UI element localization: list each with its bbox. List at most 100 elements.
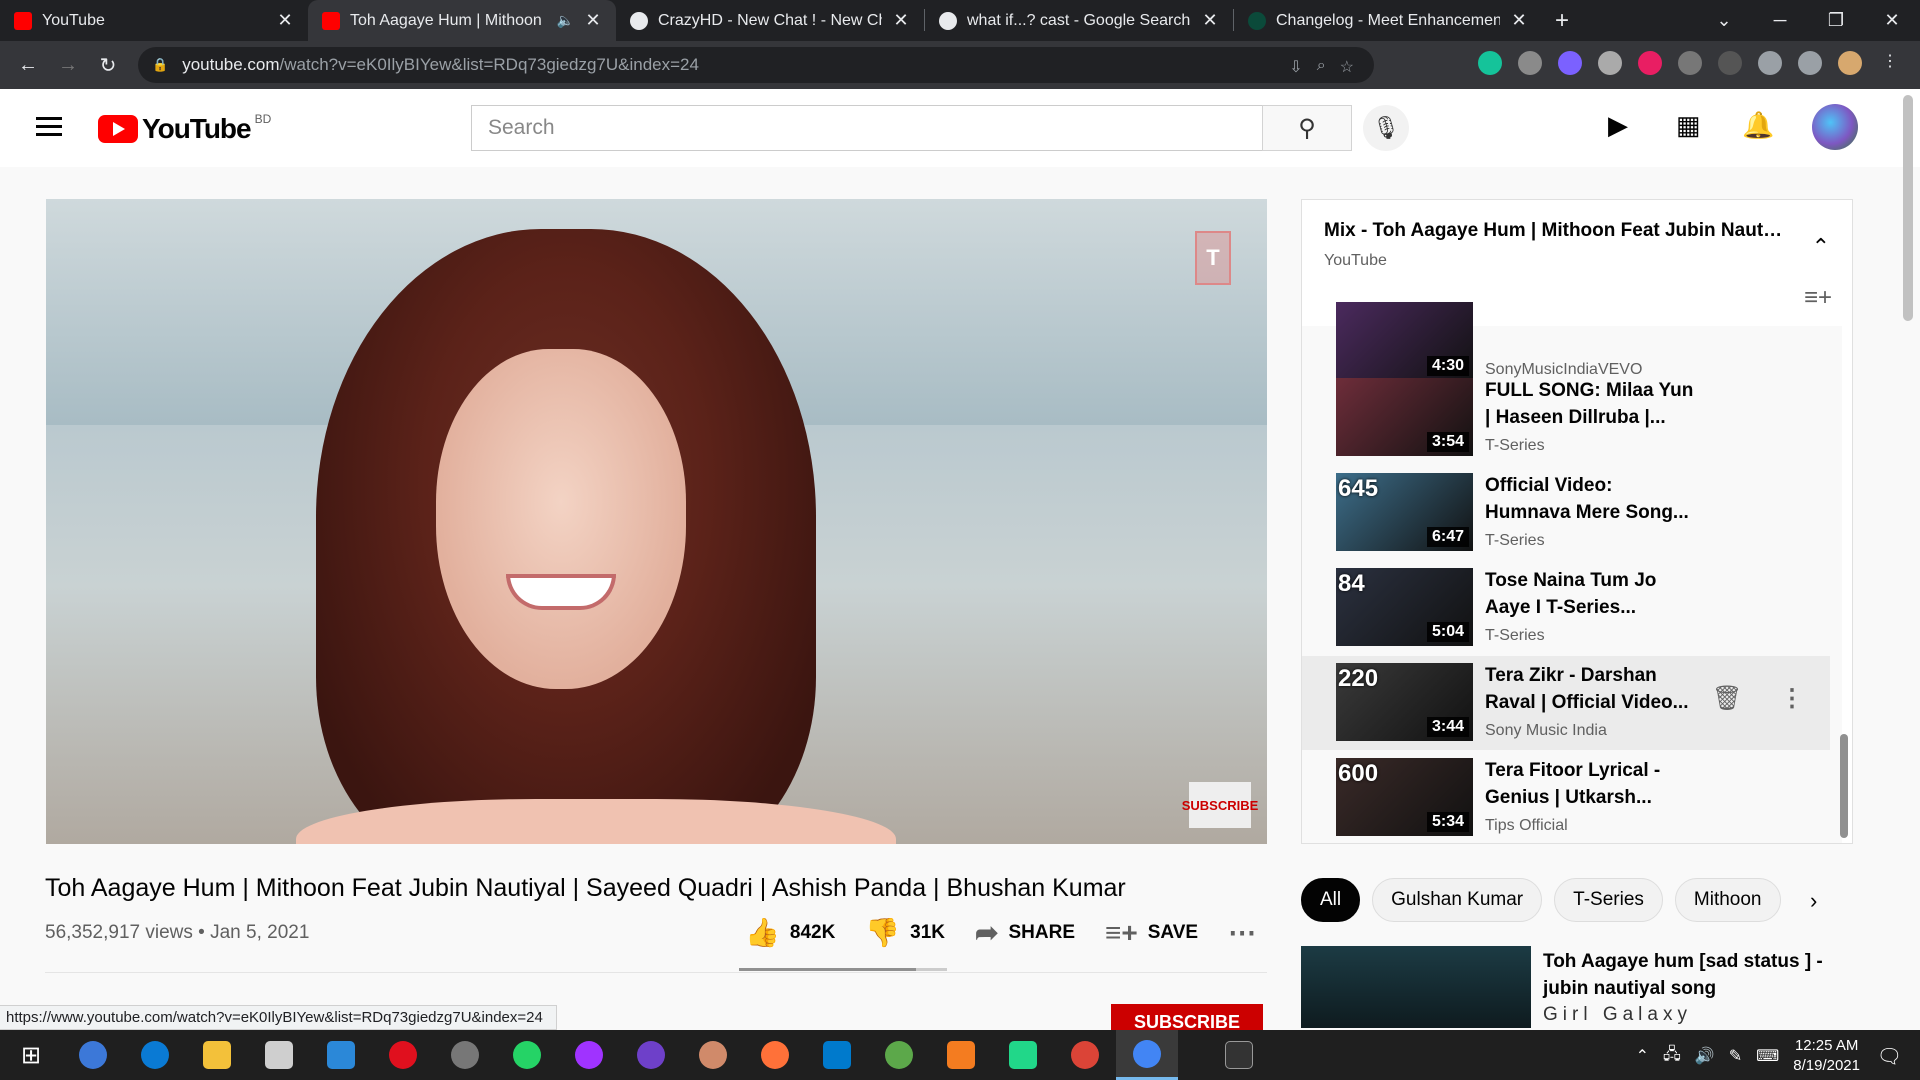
keyboard-icon[interactable]: ⌨ [1756,1046,1779,1066]
taskbar-store[interactable] [248,1030,310,1080]
taskbar-messenger[interactable] [558,1030,620,1080]
video-thumbnail[interactable]: 600 5:34 [1336,758,1473,836]
recommended-video-channel[interactable]: Girl Galaxy [1543,1004,1692,1026]
grammarly-icon[interactable] [1478,51,1502,75]
taskbar-edge[interactable] [124,1030,186,1080]
playlist-item-title[interactable]: Tera Fitoor Lyrical - Genius | Utkarsh..… [1485,757,1695,811]
notifications-bell-icon[interactable]: 🔔 [1742,110,1774,141]
taskbar-opera[interactable] [372,1030,434,1080]
more-actions-button[interactable]: ⋯ [1228,916,1256,949]
video-thumbnail[interactable]: 4:30 [1336,302,1473,380]
taskbar-vscode[interactable] [806,1030,868,1080]
back-icon[interactable]: ← [8,54,48,77]
forward-icon[interactable]: → [48,54,88,77]
video-thumbnail[interactable]: 645 6:47 [1336,473,1473,551]
playlist-channel[interactable]: YouTube [1324,252,1830,270]
taskbar-app[interactable] [682,1030,744,1080]
reload-icon[interactable]: ↻ [88,53,128,78]
playlist-title[interactable]: Mix - Toh Aagaye Hum | Mithoon Feat Jubi… [1324,220,1784,242]
volume-icon[interactable]: 🔊 [1695,1046,1715,1066]
close-tab-icon[interactable]: ✕ [276,10,294,31]
notifications-icon[interactable]: 🗨 [1877,1044,1902,1069]
playlist-item-title[interactable]: FULL SONG: Milaa Yun | Haseen Dillruba |… [1485,377,1695,431]
address-bar[interactable]: 🔒 youtube.com /watch?v=eK0IlyBIYew&list=… [138,47,1374,83]
browser-tab-active[interactable]: Toh Aagaye Hum | Mithoon Fe 🔈 ✕ [308,0,616,41]
playlist-item-title[interactable]: Tera Zikr - Darshan Raval | Official Vid… [1485,662,1695,716]
taskbar-sublime[interactable] [930,1030,992,1080]
browser-tab[interactable]: YouTube ✕ [0,0,308,41]
taskbar-mail[interactable] [310,1030,372,1080]
hamburger-menu-icon[interactable] [36,117,62,141]
install-icon[interactable]: ⇩ [1289,57,1302,77]
trash-icon[interactable]: 🗑 [1712,684,1742,713]
recommended-video[interactable]: Toh Aagaye hum [sad status ] - jubin nau… [1301,946,1841,1028]
apps-grid-icon[interactable]: ▦ [1676,110,1701,141]
user-avatar[interactable] [1812,104,1858,150]
taskbar-app[interactable] [434,1030,496,1080]
dislike-button[interactable]: 👎 31K [865,916,945,949]
extension-icon[interactable] [1718,51,1742,75]
bookmark-star-icon[interactable]: ☆ [1340,57,1354,77]
close-tab-icon[interactable]: ✕ [584,10,602,31]
recommended-video-title[interactable]: Toh Aagaye hum [sad status ] - jubin nau… [1543,948,1843,1002]
search-button[interactable]: ⚲ [1262,105,1352,151]
clock[interactable]: 12:25 AM 8/19/2021 [1793,1036,1860,1076]
close-window-icon[interactable]: ✕ [1864,0,1920,41]
more-vertical-icon[interactable]: ⋮ [1780,684,1804,713]
browser-tab[interactable]: Changelog - Meet Enhancement ✕ [1234,0,1542,41]
network-icon[interactable]: 🖧 [1663,1043,1681,1070]
voice-search-button[interactable]: 🎙 [1363,105,1409,151]
taskbar-whatsapp[interactable] [496,1030,558,1080]
close-tab-icon[interactable]: ✕ [892,10,910,31]
pen-icon[interactable]: ✎ [1729,1046,1742,1066]
taskbar-github[interactable] [620,1030,682,1080]
video-thumbnail[interactable]: 3:54 [1336,378,1473,456]
chip-t-series[interactable]: T-Series [1554,878,1663,922]
save-button[interactable]: ≡+ SAVE [1105,917,1198,949]
puzzle-icon[interactable] [1758,51,1782,75]
download-icon[interactable] [1678,51,1702,75]
playlist-scrollbar[interactable] [1840,734,1848,838]
playlist-item-title[interactable]: Tose Naina Tum Jo Aaye I T-Series... [1485,567,1695,621]
taskbar-firefox[interactable] [744,1030,806,1080]
camera-icon[interactable] [1518,51,1542,75]
profile-avatar-icon[interactable] [1838,51,1862,75]
taskbar-chrome[interactable] [1054,1030,1116,1080]
chevron-right-icon[interactable]: › [1810,888,1817,914]
menu-dots-icon[interactable]: ⋮ [1878,51,1902,75]
search-input[interactable]: Search [471,105,1263,151]
start-button[interactable]: ⊞ [0,1030,62,1080]
browser-tab[interactable]: what if...? cast - Google Search ✕ [925,0,1233,41]
like-button[interactable]: 👍 842K [745,916,835,949]
extension-icon[interactable] [1598,51,1622,75]
video-player[interactable]: T SUBSCRIBE [46,199,1267,844]
share-button[interactable]: ➦ SHARE [975,916,1075,949]
tab-search-icon[interactable]: ⌄ [1696,0,1752,41]
new-tab-button[interactable]: + [1542,0,1582,41]
play-extension-icon[interactable] [1638,51,1662,75]
taskbar-explorer[interactable] [186,1030,248,1080]
close-tab-icon[interactable]: ✕ [1510,10,1528,31]
video-thumbnail[interactable] [1301,946,1531,1028]
speaker-icon[interactable]: 🔈 [557,12,574,29]
reading-list-icon[interactable] [1798,51,1822,75]
chip-all[interactable]: All [1301,878,1361,922]
playlist-item[interactable]: 645 6:47 Official Video: Humnava Mere Song… [1302,466,1830,560]
chip-mithoon[interactable]: Mithoon [1674,878,1781,922]
taskbar-app[interactable] [868,1030,930,1080]
tray-chevron-up-icon[interactable]: ⌃ [1636,1046,1649,1066]
subscribe-watermark[interactable]: SUBSCRIBE [1182,782,1258,828]
taskbar-chrome-active[interactable] [1116,1030,1178,1080]
taskbar-terminal[interactable] [1208,1030,1270,1080]
taskbar-pycharm[interactable] [992,1030,1054,1080]
video-thumbnail[interactable]: 84 5:04 [1336,568,1473,646]
extension-icon[interactable] [1558,51,1582,75]
playlist-item-title[interactable]: Official Video: Humnava Mere Song... [1485,472,1695,526]
browser-tab[interactable]: CrazyHD - New Chat ! - New Cha ✕ [616,0,924,41]
playlist-item[interactable]: 600 5:34 Tera Fitoor Lyrical - Genius | Ut… [1302,751,1830,843]
playlist-item[interactable]: 84 5:04 Tose Naina Tum Jo Aaye I T-Series.… [1302,561,1830,655]
video-thumbnail[interactable]: 220 3:44 [1336,663,1473,741]
restore-icon[interactable]: ❐ [1808,0,1864,41]
minimize-icon[interactable]: ─ [1752,0,1808,41]
zoom-icon[interactable]: ⌕ [1317,57,1326,77]
